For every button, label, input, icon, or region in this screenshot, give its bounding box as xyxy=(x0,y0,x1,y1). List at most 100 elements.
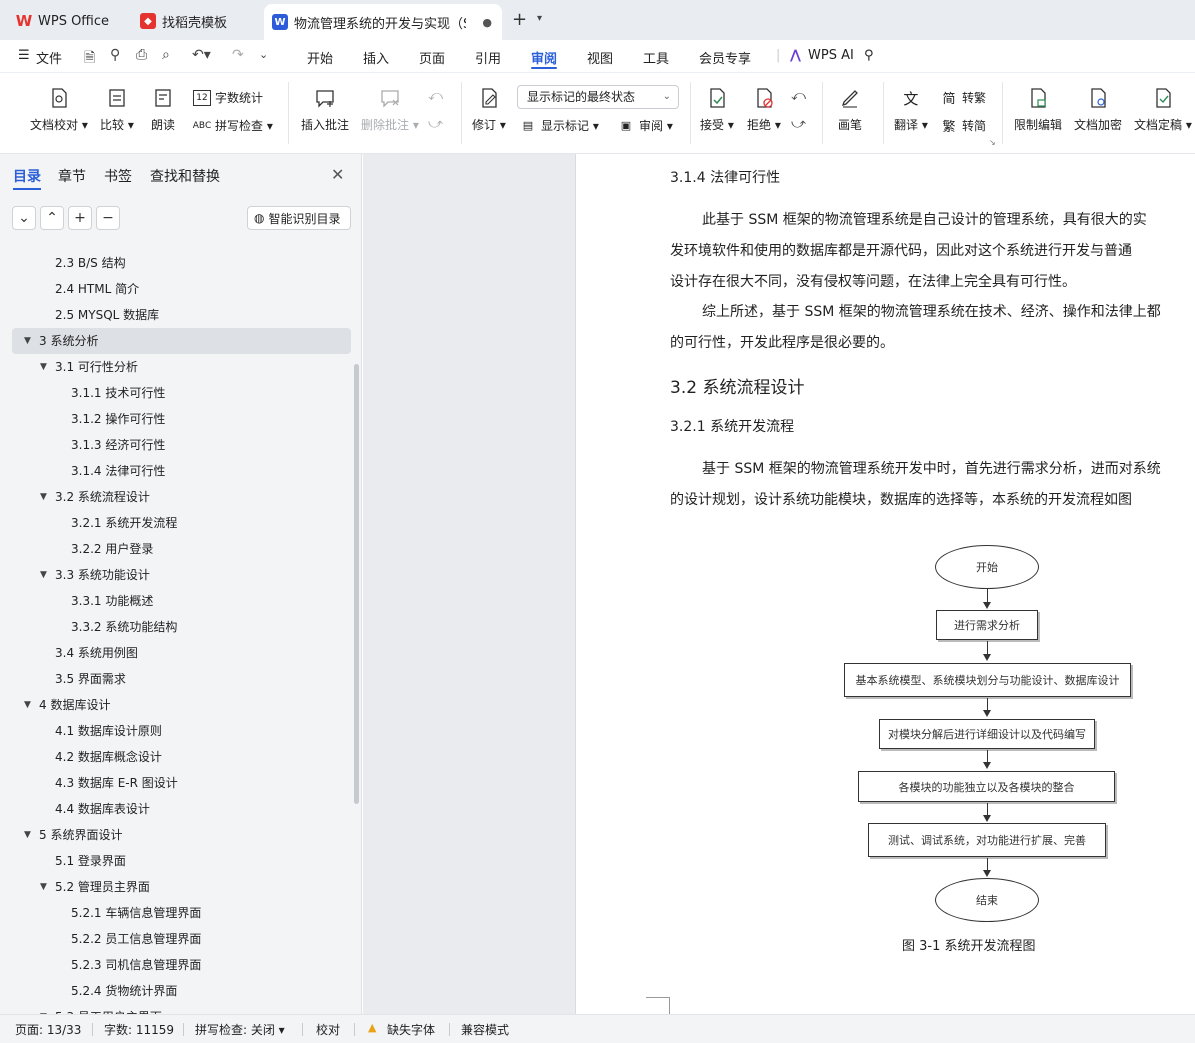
expand-triangle-icon[interactable]: ▼ xyxy=(40,562,47,588)
toc-item[interactable]: ▼ 3.3 系统功能设计 xyxy=(0,562,356,588)
spell-check-status[interactable]: 拼写检查: 关闭 ▾ xyxy=(195,1021,285,1038)
toc-item[interactable]: 2.3 B/S 结构 xyxy=(0,250,356,276)
undo-icon[interactable]: ↶▾ xyxy=(192,47,211,63)
quick-access-chevron-icon[interactable]: ⌄ xyxy=(259,48,268,61)
menu-view[interactable]: 视图 xyxy=(587,48,613,67)
toc-item[interactable]: ▼ 5.3 员工用户主界面 xyxy=(0,1004,356,1014)
expand-triangle-icon[interactable]: ▼ xyxy=(24,328,31,354)
toc-item[interactable]: 5.2.1 车辆信息管理界面 xyxy=(0,900,356,926)
toc-item[interactable]: 5.2.3 司机信息管理界面 xyxy=(0,952,356,978)
word-count-button[interactable]: 12 字数统计 xyxy=(193,89,263,106)
search-icon[interactable]: ⚲ xyxy=(864,48,874,63)
tab-toc[interactable]: 目录 xyxy=(13,166,41,186)
toc-item[interactable]: 4.3 数据库 E-R 图设计 xyxy=(0,770,356,796)
smart-toc-button[interactable]: ◍ 智能识别目录 xyxy=(247,206,351,230)
doc-check-button[interactable]: 文档校对 ▾ xyxy=(30,86,88,133)
expand-triangle-icon[interactable]: ▼ xyxy=(40,1004,47,1014)
menu-page[interactable]: 页面 xyxy=(419,48,445,67)
redo-icon[interactable]: ↷ xyxy=(232,47,244,63)
to-simplified-button[interactable]: 繁 转简 xyxy=(940,117,986,135)
expand-triangle-icon[interactable]: ▼ xyxy=(24,822,31,848)
toc-item[interactable]: 4.1 数据库设计原则 xyxy=(0,718,356,744)
tab-close-icon[interactable]: ● xyxy=(482,16,492,29)
toc-item[interactable]: 3.2.2 用户登录 xyxy=(0,536,356,562)
save-icon[interactable]: 🗎 xyxy=(84,47,95,71)
show-markup-button[interactable]: ▤ 显示标记 ▾ xyxy=(519,117,599,134)
toc-item[interactable]: 3.4 系统用例图 xyxy=(0,640,356,666)
menu-references[interactable]: 引用 xyxy=(475,48,501,67)
toc-item[interactable]: 3.2.1 系统开发流程 xyxy=(0,510,356,536)
accept-button[interactable]: 接受 ▾ xyxy=(700,86,734,133)
delete-comment-button[interactable]: 删除批注 ▾ xyxy=(361,86,419,133)
menu-file[interactable]: 文件 xyxy=(36,48,62,67)
tab-chapters[interactable]: 章节 xyxy=(58,166,86,186)
remove-heading-minus-icon[interactable]: − xyxy=(96,206,120,230)
toc-item[interactable]: 3.1.4 法律可行性 xyxy=(0,458,356,484)
toc-item[interactable]: ▼ 3.2 系统流程设计 xyxy=(0,484,356,510)
toc-item[interactable]: 5.2.4 货物统计界面 xyxy=(0,978,356,1004)
expand-triangle-icon[interactable]: ▼ xyxy=(24,692,31,718)
encrypt-button[interactable]: 文档加密 xyxy=(1074,86,1122,133)
tab-find-replace[interactable]: 查找和替换 xyxy=(150,166,220,186)
toc-item[interactable]: ▼ 4 数据库设计 xyxy=(0,692,356,718)
expand-triangle-icon[interactable]: ▼ xyxy=(40,874,47,900)
collapse-all-chevron-down-icon[interactable]: ⌄ xyxy=(12,206,36,230)
menu-home[interactable]: 开始 xyxy=(307,48,333,67)
toc-item[interactable]: ▼ 3.1 可行性分析 xyxy=(0,354,356,380)
tab-docer-templates[interactable]: ◆ 找稻壳模板 xyxy=(132,6,256,36)
toc-item[interactable]: 4.2 数据库概念设计 xyxy=(0,744,356,770)
restrict-edit-button[interactable]: 限制编辑 xyxy=(1014,86,1062,133)
toc-item[interactable]: 3.3.1 功能概述 xyxy=(0,588,356,614)
proofread-status[interactable]: 校对 xyxy=(316,1021,340,1038)
menu-hamburger-icon[interactable]: ☰ xyxy=(18,48,30,63)
page-indicator[interactable]: 页面: 13/33 xyxy=(15,1021,81,1038)
review-pane-button[interactable]: ▣ 审阅 ▾ xyxy=(617,117,673,134)
toc-item[interactable]: ▼ 3 系统分析 xyxy=(12,328,351,354)
expand-triangle-icon[interactable]: ▼ xyxy=(40,354,47,380)
tab-bookmarks[interactable]: 书签 xyxy=(104,166,132,186)
toc-item[interactable]: 3.3.2 系统功能结构 xyxy=(0,614,356,640)
chevron-up-icon[interactable]: ⌃ xyxy=(40,206,64,230)
expand-triangle-icon[interactable]: ▼ xyxy=(40,484,47,510)
toc-item[interactable]: 2.5 MYSQL 数据库 xyxy=(0,302,356,328)
toc-item[interactable]: 5.2.2 员工信息管理界面 xyxy=(0,926,356,952)
pen-button[interactable]: 画笔 xyxy=(838,86,862,133)
tab-document[interactable]: W 物流管理系统的开发与实现（S ● xyxy=(264,4,502,40)
tab-wps-office[interactable]: W WPS Office xyxy=(8,6,124,36)
toc-item[interactable]: 3.1.3 经济可行性 xyxy=(0,432,356,458)
toc-item[interactable]: 5.1 登录界面 xyxy=(0,848,356,874)
to-traditional-button[interactable]: 简 转繁 xyxy=(940,89,986,107)
word-count-indicator[interactable]: 字数: 11159 xyxy=(104,1021,174,1038)
share-icon[interactable]: ⚲ xyxy=(110,47,120,63)
markup-state-dropdown[interactable]: 显示标记的最终状态 ⌄ xyxy=(517,85,679,109)
close-icon[interactable]: ✕ xyxy=(331,165,344,184)
menu-wps-ai[interactable]: WPS AI xyxy=(808,48,854,63)
insert-comment-button[interactable]: 插入批注 xyxy=(301,86,349,133)
tab-list-chevron-icon[interactable]: ▾ xyxy=(537,13,542,24)
toc-item[interactable]: 3.5 界面需求 xyxy=(0,666,356,692)
toc-item[interactable]: 3.1.2 操作可行性 xyxy=(0,406,356,432)
compat-mode-status[interactable]: 兼容模式 xyxy=(461,1021,509,1038)
next-comment-icon[interactable]: ⤻ xyxy=(428,116,443,132)
track-changes-button[interactable]: 修订 ▾ xyxy=(472,86,506,133)
toc-item[interactable]: ▼ 5 系统界面设计 xyxy=(0,822,356,848)
toc-item[interactable]: 3.1.1 技术可行性 xyxy=(0,380,356,406)
sidebar-scrollbar[interactable] xyxy=(354,364,359,804)
spell-check-button[interactable]: ABC 拼写检查 ▾ xyxy=(193,117,273,134)
toc-item[interactable]: ▼ 5.2 管理员主界面 xyxy=(0,874,356,900)
missing-font-status[interactable]: 缺失字体 xyxy=(387,1021,435,1038)
previous-change-icon[interactable]: ⤺ xyxy=(791,88,806,104)
new-tab-plus-icon[interactable]: + xyxy=(512,9,527,30)
toc-item[interactable]: 2.4 HTML 简介 xyxy=(0,276,356,302)
print-preview-icon[interactable]: ⌕ xyxy=(162,47,170,63)
reject-button[interactable]: 拒绝 ▾ xyxy=(747,86,781,133)
menu-tools[interactable]: 工具 xyxy=(643,48,669,67)
compare-button[interactable]: 比较 ▾ xyxy=(100,86,134,133)
read-aloud-button[interactable]: 朗读 xyxy=(151,86,175,133)
previous-comment-icon[interactable]: ⤺ xyxy=(428,88,443,104)
dialog-launcher-icon[interactable]: ↘ xyxy=(989,138,996,147)
finalize-button[interactable]: 文档定稿 ▾ xyxy=(1134,86,1192,133)
next-change-icon[interactable]: ⤻ xyxy=(791,116,806,132)
print-icon[interactable]: ⎙ xyxy=(136,47,147,63)
add-heading-plus-icon[interactable]: + xyxy=(68,206,92,230)
